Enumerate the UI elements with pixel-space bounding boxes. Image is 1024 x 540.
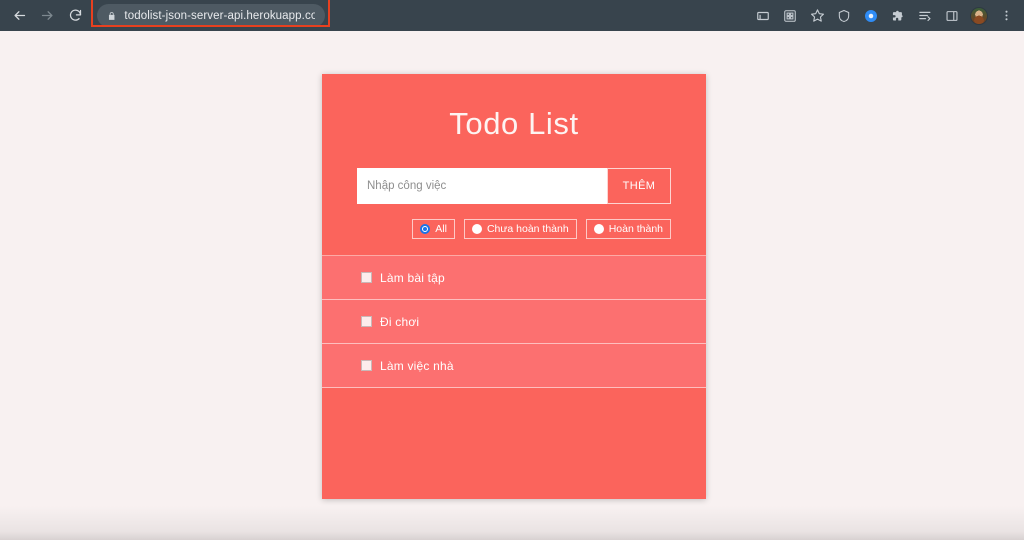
forward-button[interactable] xyxy=(34,3,60,29)
browser-toolbar: todolist-json-server-api.herokuapp.com xyxy=(0,0,1024,31)
filter-all[interactable]: All xyxy=(412,219,455,239)
avatar-image xyxy=(970,6,988,25)
address-bar[interactable]: todolist-json-server-api.herokuapp.com xyxy=(97,4,325,27)
puzzle-extensions-icon[interactable] xyxy=(886,4,910,28)
page-bottom-shadow xyxy=(0,506,1024,540)
todo-item-label: Làm việc nhà xyxy=(380,358,454,373)
page-viewport: Todo List THÊM All Chưa hoàn thành Hoàn … xyxy=(0,31,1024,540)
navigation-controls xyxy=(0,3,88,29)
todo-checkbox-icon[interactable] xyxy=(361,272,372,283)
three-dot-glyph xyxy=(1004,10,1008,21)
todo-list-item[interactable]: Làm bài tập xyxy=(322,256,706,300)
reading-list-icon[interactable] xyxy=(913,4,937,28)
qr-code-icon[interactable] xyxy=(778,4,802,28)
filter-group: All Chưa hoàn thành Hoàn thành xyxy=(357,219,671,239)
todo-checkbox-icon[interactable] xyxy=(361,316,372,327)
todo-list-item[interactable]: Làm việc nhà xyxy=(322,344,706,388)
toolbar-right-icons xyxy=(751,4,1024,28)
side-panel-glyph xyxy=(946,10,958,21)
todo-item-label: Làm bài tập xyxy=(380,270,445,285)
extension-dot-icon[interactable] xyxy=(859,4,883,28)
bookmark-star-icon[interactable] xyxy=(805,4,829,28)
lock-icon xyxy=(108,11,115,20)
todo-checkbox-icon[interactable] xyxy=(361,360,372,371)
reading-list-glyph xyxy=(918,11,931,22)
cast-icon[interactable] xyxy=(751,4,775,28)
back-button[interactable] xyxy=(6,3,32,29)
radio-incomplete-icon[interactable] xyxy=(471,224,482,234)
puzzle-glyph xyxy=(892,10,903,20)
shield-glyph xyxy=(838,9,850,22)
page-title: Todo List xyxy=(449,106,579,141)
add-todo-row: THÊM xyxy=(357,168,671,204)
todo-list-item[interactable]: Đi chơi xyxy=(322,300,706,344)
side-panel-icon[interactable] xyxy=(940,4,964,28)
radio-all-icon[interactable] xyxy=(420,224,431,234)
todo-item-label: Đi chơi xyxy=(380,314,420,329)
add-todo-button[interactable]: THÊM xyxy=(607,168,671,204)
todo-list: Làm bài tập Đi chơi Làm việc nhà xyxy=(322,255,706,388)
shield-icon[interactable] xyxy=(832,4,856,28)
filter-complete[interactable]: Hoàn thành xyxy=(585,219,671,239)
new-todo-input[interactable] xyxy=(357,168,607,204)
radio-complete-icon[interactable] xyxy=(593,224,604,234)
cast-glyph xyxy=(757,11,769,20)
reload-button[interactable] xyxy=(62,3,88,29)
filter-incomplete-label: Chưa hoàn thành xyxy=(486,223,569,235)
arrow-right-icon xyxy=(41,11,52,20)
reload-icon xyxy=(69,9,81,21)
address-bar-container: todolist-json-server-api.herokuapp.com xyxy=(91,0,330,27)
arrow-left-icon xyxy=(14,11,25,20)
filter-incomplete[interactable]: Chưa hoàn thành xyxy=(463,219,577,239)
three-dot-menu-icon[interactable] xyxy=(994,4,1018,28)
profile-avatar[interactable] xyxy=(967,4,991,28)
filter-complete-label: Hoàn thành xyxy=(608,223,663,235)
filter-all-label: All xyxy=(435,223,447,235)
qr-code-glyph xyxy=(784,9,796,22)
star-glyph xyxy=(810,9,824,22)
todo-app-card: Todo List THÊM All Chưa hoàn thành Hoàn … xyxy=(322,74,706,499)
blue-dot-glyph xyxy=(865,9,877,22)
url-text: todolist-json-server-api.herokuapp.com xyxy=(124,9,315,22)
